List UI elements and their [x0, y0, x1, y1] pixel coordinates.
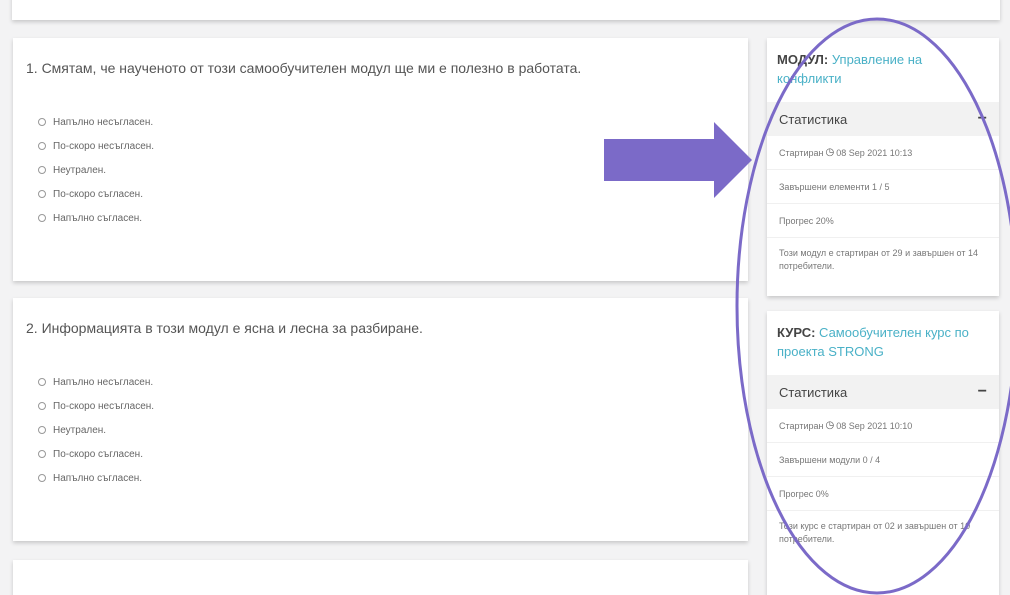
module-header: МОДУЛ: Управление на конфликти [767, 38, 999, 102]
started-date: 08 Sep 2021 10:13 [836, 147, 913, 158]
radio-icon[interactable] [38, 190, 46, 198]
radio-icon[interactable] [38, 214, 46, 222]
answer-option[interactable]: По-скоро съгласен. [38, 442, 154, 466]
answer-option[interactable]: По-скоро несъгласен. [38, 134, 154, 158]
radio-icon[interactable] [38, 450, 46, 458]
radio-icon[interactable] [38, 142, 46, 150]
course-summary: Този курс е стартиран от 02 и завършен о… [779, 521, 971, 544]
answer-option[interactable]: Напълно съгласен. [38, 206, 154, 230]
answer-option[interactable]: Напълно несъгласен. [38, 370, 154, 394]
course-stats-header[interactable]: Статистика − [767, 375, 999, 409]
course-completed-modules: Завършени модули 0 / 4 [767, 443, 999, 477]
course-progress: Прогрес 0% [767, 477, 999, 511]
answer-options: Напълно несъгласен. По-скоро несъгласен.… [38, 110, 154, 230]
top-card [12, 0, 1000, 20]
answer-option[interactable]: По-скоро съгласен. [38, 182, 154, 206]
module-progress: Прогрес 20% [767, 204, 999, 238]
module-card: МОДУЛ: Управление на конфликти Статистик… [767, 38, 999, 296]
course-label: КУРС: [777, 325, 816, 340]
option-label: Неутрален. [53, 424, 107, 436]
question-card-3 [13, 560, 748, 595]
answer-option[interactable]: Напълно съгласен. [38, 466, 154, 490]
option-label: По-скоро съгласен. [53, 448, 143, 460]
option-label: По-скоро съгласен. [53, 188, 143, 200]
option-label: По-скоро несъгласен. [53, 400, 155, 412]
option-label: Напълно несъгласен. [53, 116, 154, 128]
option-label: Неутрален. [53, 164, 107, 176]
radio-icon[interactable] [38, 474, 46, 482]
question-title: 1. Смятам, че наученото от този самообуч… [26, 60, 582, 76]
question-card-2: 2. Информацията в този модул е ясна и ле… [13, 298, 748, 541]
module-label: МОДУЛ: [777, 52, 829, 67]
started-label: Стартиран [779, 420, 824, 431]
collapse-toggle[interactable]: − [978, 383, 987, 401]
question-title: 2. Информацията в този модул е ясна и ле… [26, 320, 423, 336]
started-label: Стартиран [779, 147, 824, 158]
clock-icon: ◷ [825, 147, 835, 158]
radio-icon[interactable] [38, 402, 46, 410]
option-label: Напълно съгласен. [53, 472, 143, 484]
course-header: КУРС: Самообучителен курс по проекта STR… [767, 311, 999, 375]
radio-icon[interactable] [38, 118, 46, 126]
answer-option[interactable]: По-скоро несъгласен. [38, 394, 154, 418]
option-label: Напълно несъгласен. [53, 376, 154, 388]
module-stats-header[interactable]: Статистика − [767, 102, 999, 136]
radio-icon[interactable] [38, 378, 46, 386]
course-card: КУРС: Самообучителен курс по проекта STR… [767, 311, 999, 595]
option-label: Напълно съгласен. [53, 212, 143, 224]
started-date: 08 Sep 2021 10:10 [836, 420, 913, 431]
module-started: Стартиран ◷ 08 Sep 2021 10:13 [767, 136, 999, 170]
clock-icon: ◷ [825, 420, 835, 431]
stats-title: Статистика [779, 111, 848, 127]
option-label: По-скоро несъгласен. [53, 140, 155, 152]
radio-icon[interactable] [38, 426, 46, 434]
question-card-1: 1. Смятам, че наученото от този самообуч… [13, 38, 748, 281]
answer-option[interactable]: Неутрален. [38, 158, 154, 182]
module-completed-elements: Завършени елементи 1 / 5 [767, 170, 999, 204]
collapse-toggle[interactable]: − [978, 110, 987, 128]
stats-title: Статистика [779, 384, 848, 400]
answer-options: Напълно несъгласен. По-скоро несъгласен.… [38, 370, 154, 490]
answer-option[interactable]: Неутрален. [38, 418, 154, 442]
radio-icon[interactable] [38, 166, 46, 174]
answer-option[interactable]: Напълно несъгласен. [38, 110, 154, 134]
course-started: Стартиран ◷ 08 Sep 2021 10:10 [767, 409, 999, 443]
module-summary: Този модул е стартиран от 29 и завършен … [779, 248, 978, 271]
